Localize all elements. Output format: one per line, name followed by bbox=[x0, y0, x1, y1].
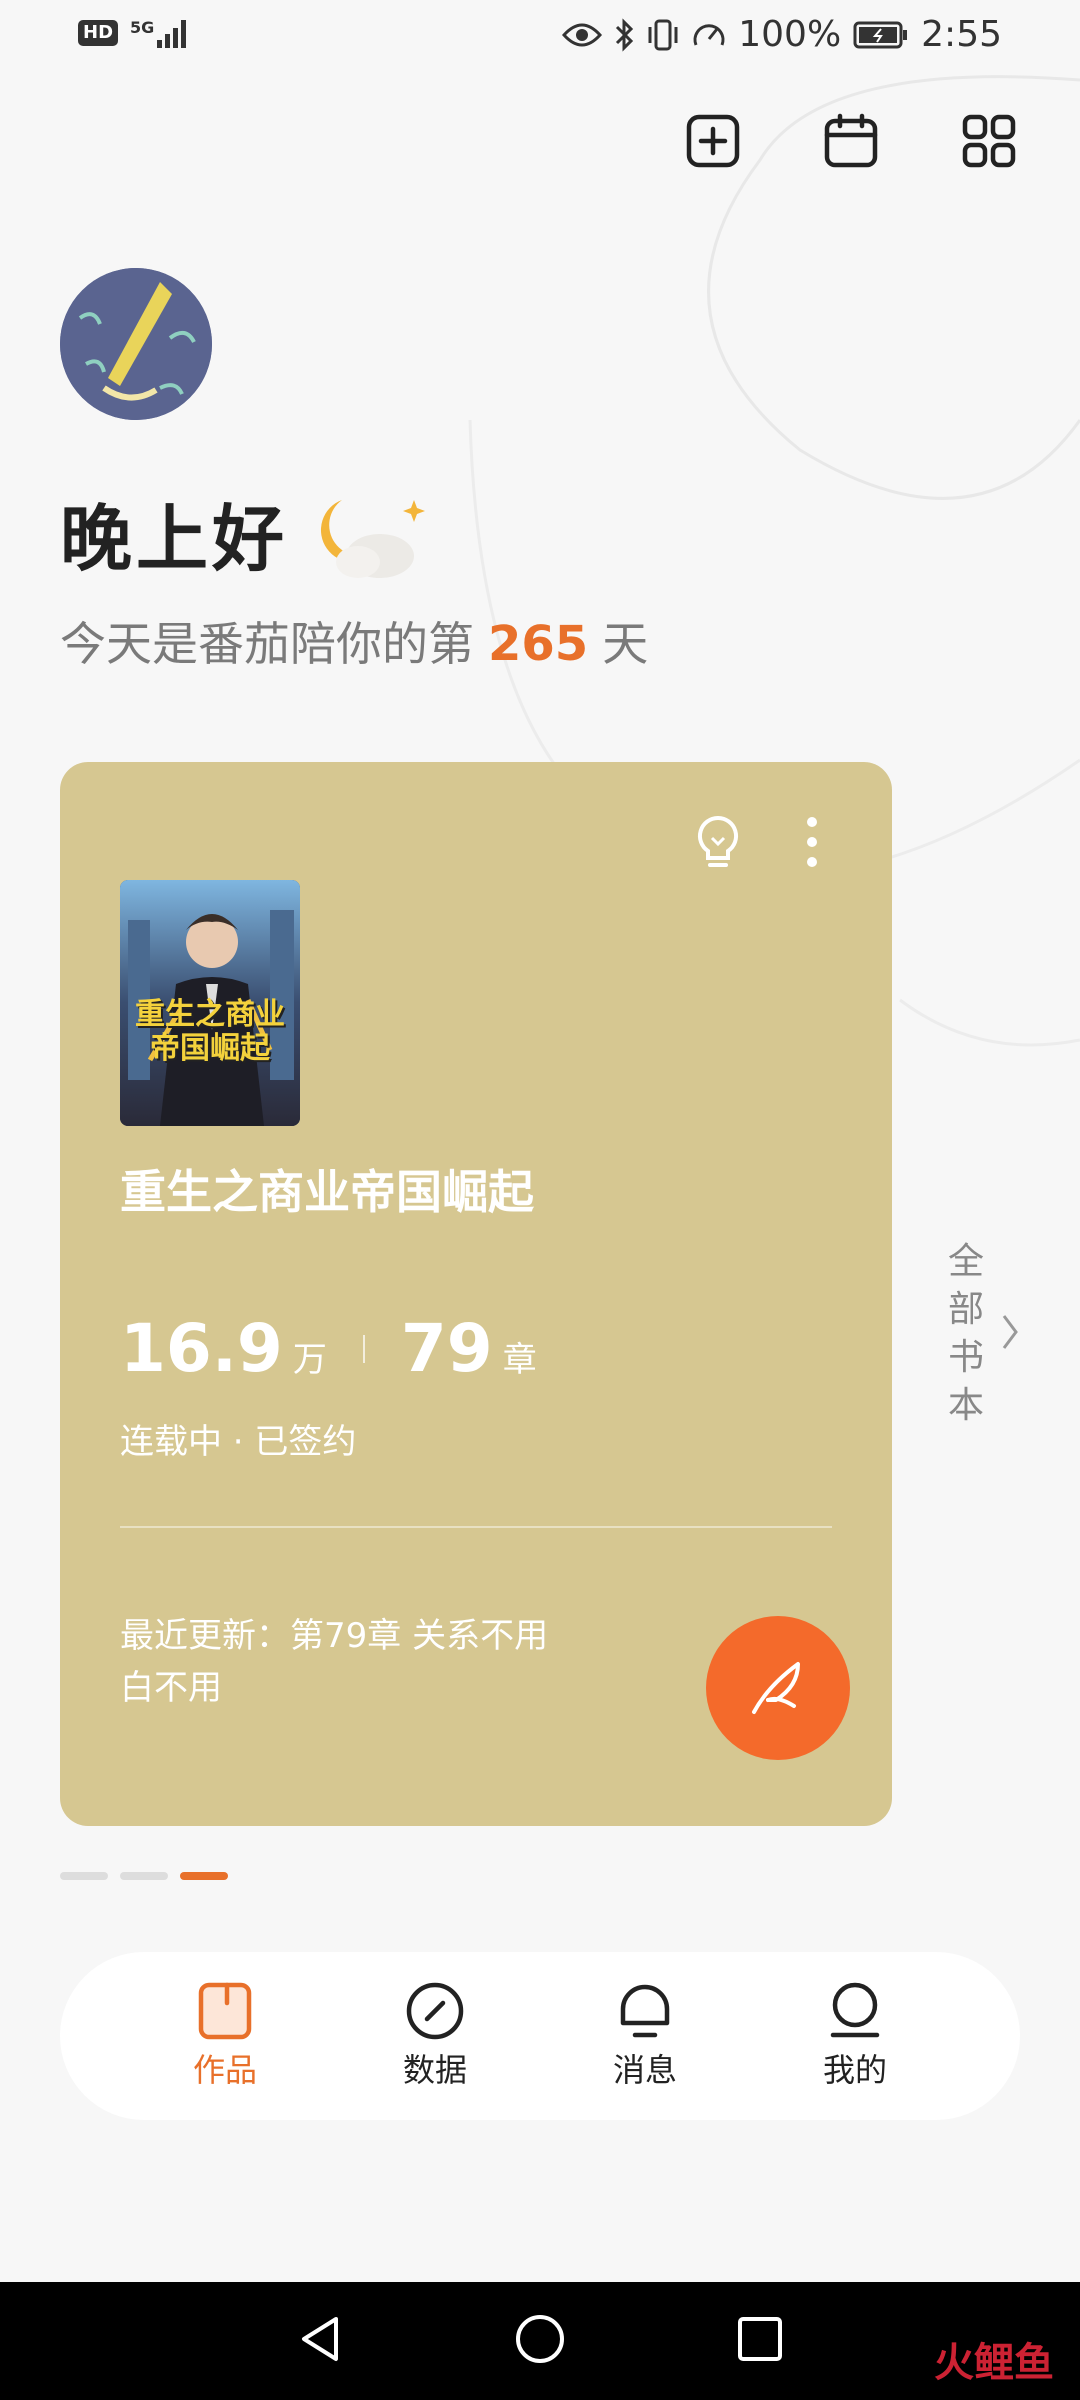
write-button[interactable] bbox=[706, 1616, 850, 1760]
book-card[interactable]: 重生之商业帝国崛起 重生之商业帝国崛起 16.9 万 79 章 连载中 · 已签… bbox=[60, 762, 892, 1826]
recent-update[interactable]: 最近更新：第79章 关系不用白不用 bbox=[120, 1610, 580, 1714]
lightbulb-icon[interactable] bbox=[694, 814, 742, 874]
signal-icon: 5G bbox=[130, 18, 191, 48]
nav-profile[interactable]: 我的 bbox=[795, 1981, 915, 2091]
book-cover[interactable]: 重生之商业帝国崛起 bbox=[120, 880, 300, 1126]
all-books-label: 全 部 书 本 bbox=[946, 1238, 986, 1430]
page-dot bbox=[60, 1872, 108, 1880]
speed-icon bbox=[692, 19, 726, 51]
battery-icon bbox=[853, 20, 909, 50]
works-icon bbox=[198, 1982, 252, 2040]
calendar-icon[interactable] bbox=[822, 112, 880, 170]
watermark-logo: 火鲤鱼 bbox=[934, 2340, 1054, 2386]
avatar[interactable] bbox=[60, 268, 212, 420]
data-gauge-icon bbox=[406, 1982, 464, 2040]
apps-grid-icon[interactable] bbox=[960, 112, 1018, 170]
page-dot bbox=[120, 1872, 168, 1880]
book-title[interactable]: 重生之商业帝国崛起 bbox=[120, 1156, 534, 1222]
system-nav-bar: 火鲤鱼 bbox=[0, 2282, 1080, 2400]
all-books-char: 书 bbox=[947, 1337, 984, 1378]
back-icon[interactable] bbox=[296, 2313, 344, 2369]
network-type: 5G bbox=[130, 18, 155, 37]
battery-percent: 100% bbox=[738, 14, 842, 55]
nav-messages[interactable]: 消息 bbox=[585, 1981, 705, 2091]
greeting-title: 晚上好 bbox=[60, 496, 289, 581]
nav-label: 我的 bbox=[822, 2051, 887, 2089]
stats-separator bbox=[362, 1334, 365, 1363]
nav-data[interactable]: 数据 bbox=[375, 1981, 495, 2091]
bottom-nav: 作品 数据 消息 我的 bbox=[60, 1952, 1020, 2120]
home-icon[interactable] bbox=[514, 2313, 566, 2369]
profile-icon bbox=[830, 1982, 880, 2038]
recents-icon[interactable] bbox=[736, 2315, 784, 2367]
clock: 2:55 bbox=[921, 14, 1002, 55]
more-vertical-icon[interactable] bbox=[806, 814, 818, 874]
vibrate-icon bbox=[646, 19, 680, 51]
nav-works[interactable]: 作品 bbox=[165, 1981, 285, 2091]
all-books-char: 部 bbox=[947, 1289, 984, 1330]
message-bell-icon bbox=[620, 1984, 670, 2038]
all-books-char: 本 bbox=[947, 1385, 984, 1426]
word-count: 16.9 bbox=[120, 1310, 283, 1387]
card-divider bbox=[120, 1526, 832, 1528]
add-square-icon[interactable] bbox=[684, 112, 742, 170]
hd-badge: HD bbox=[78, 20, 119, 46]
nav-label: 消息 bbox=[612, 2051, 677, 2089]
days-count: 265 bbox=[488, 616, 589, 672]
quill-icon bbox=[752, 1662, 800, 1714]
cover-title-text: 重生之商业帝国崛起 bbox=[135, 997, 285, 1066]
chevron-right-icon bbox=[1000, 1312, 1020, 1356]
chapter-count: 79 bbox=[400, 1310, 493, 1387]
status-bar: HD 5G 100% 2:55 bbox=[0, 0, 1080, 72]
days-prefix: 今天是番茄陪你的第 bbox=[60, 617, 474, 671]
nav-label: 数据 bbox=[402, 2051, 467, 2089]
page-indicator bbox=[60, 1872, 228, 1880]
nav-label: 作品 bbox=[192, 2051, 257, 2089]
days-with-app: 今天是番茄陪你的第 265 天 bbox=[60, 608, 648, 674]
days-suffix: 天 bbox=[602, 617, 649, 671]
chapter-count-unit: 章 bbox=[502, 1340, 537, 1380]
all-books-char: 全 bbox=[947, 1241, 984, 1282]
page-dot-active bbox=[180, 1872, 228, 1880]
word-count-unit: 万 bbox=[292, 1340, 327, 1380]
eye-icon bbox=[562, 21, 603, 49]
all-books-link[interactable]: 全 部 书 本 bbox=[946, 1238, 1020, 1430]
book-status: 连载中 · 已签约 bbox=[120, 1422, 357, 1462]
book-stats: 16.9 万 79 章 bbox=[120, 1310, 537, 1387]
bluetooth-icon bbox=[614, 17, 634, 52]
moon-cloud-icon bbox=[292, 480, 432, 590]
top-action-bar bbox=[684, 112, 1018, 170]
